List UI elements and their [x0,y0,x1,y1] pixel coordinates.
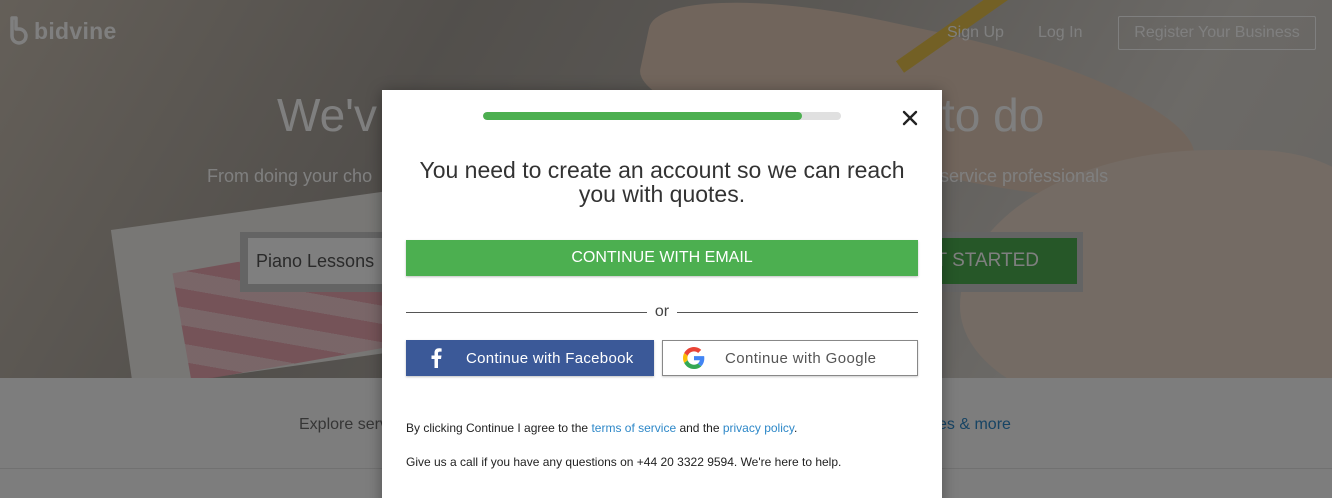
or-divider: or [406,302,919,322]
close-icon [902,110,918,126]
facebook-icon [406,348,466,368]
terms-middle: and the [676,421,723,435]
continue-with-email-button[interactable]: CONTINUE WITH EMAIL [406,240,918,276]
signup-modal: You need to create an account so we can … [382,90,942,498]
signup-progress-bar [483,112,841,120]
privacy-policy-link[interactable]: privacy policy [723,421,794,435]
continue-with-google-button[interactable]: Continue with Google [662,340,918,376]
continue-with-facebook-button[interactable]: Continue with Facebook [406,340,654,376]
divider-line-right [677,311,919,313]
terms-prefix: By clicking Continue I agree to the [406,421,592,435]
terms-suffix: . [793,421,798,435]
terms-notice: By clicking Continue I agree to the term… [406,421,797,435]
facebook-button-label: Continue with Facebook [466,349,634,367]
or-label: or [654,303,670,320]
divider-line-left [406,311,647,313]
modal-title: You need to create an account so we can … [419,157,905,207]
help-phone-text: Give us a call if you have any questions… [406,455,842,469]
google-icon [663,347,725,369]
terms-of-service-link[interactable]: terms of service [591,421,676,435]
google-button-label: Continue with Google [725,349,877,367]
close-button[interactable] [900,108,920,128]
signup-progress-fill [483,112,802,120]
